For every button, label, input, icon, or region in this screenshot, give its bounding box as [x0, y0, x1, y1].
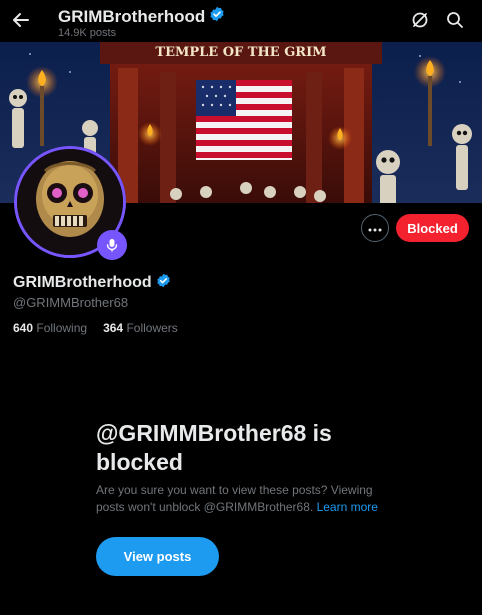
top-bar: GRIMBrotherhood 14.9K posts — [0, 0, 482, 42]
view-posts-button[interactable]: View posts — [96, 537, 219, 576]
learn-more-link[interactable]: Learn more — [317, 500, 378, 514]
blocked-button[interactable]: Blocked — [396, 214, 469, 242]
more-dots-icon — [368, 219, 382, 237]
banner-sign: TEMPLE OF THE GRIM — [155, 45, 326, 60]
following-label: Following — [36, 321, 88, 335]
blocked-description: Are you sure you want to view these post… — [96, 482, 396, 516]
profile-stats: 640 Following 364 Followers — [13, 321, 178, 335]
profile-handle: @GRIMMBrother68 — [13, 295, 129, 310]
blocked-title: @GRIMMBrother68 is blocked — [96, 420, 332, 475]
followers-count: 364 — [103, 321, 124, 335]
followers-link[interactable]: 364 Followers — [103, 321, 178, 335]
profile-name-text: GRIMBrotherhood — [13, 274, 152, 291]
back-arrow-icon[interactable] — [10, 9, 32, 31]
microphone-icon[interactable] — [97, 230, 127, 260]
profile-display-name: GRIMBrotherhood — [13, 273, 171, 293]
header-title: GRIMBrotherhood — [58, 6, 225, 27]
verified-badge-icon — [209, 6, 225, 27]
following-count: 640 — [13, 321, 34, 335]
post-count: 14.9K posts — [58, 27, 117, 39]
more-options-button[interactable] — [361, 214, 389, 242]
followers-label: Followers — [126, 321, 178, 335]
search-icon[interactable] — [445, 10, 465, 30]
following-link[interactable]: 640 Following — [13, 321, 87, 335]
grok-icon[interactable] — [410, 10, 430, 30]
header-display-name: GRIMBrotherhood — [58, 6, 206, 26]
verified-badge-icon — [156, 273, 171, 293]
